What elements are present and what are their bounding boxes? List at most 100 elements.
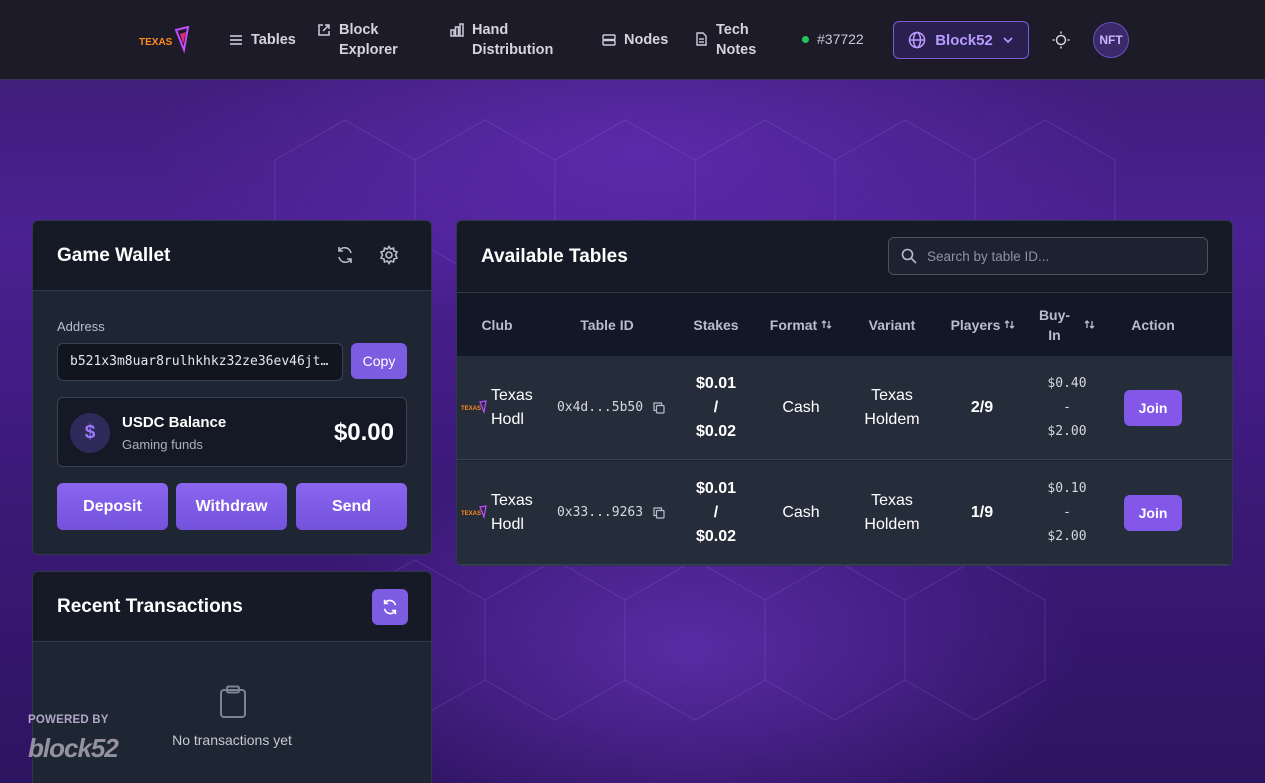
buyin-line2: -	[1063, 505, 1071, 520]
column-header-club: Club	[481, 316, 513, 333]
chevron-down-icon	[1003, 37, 1013, 44]
variant-cell: Texas Holdem	[857, 356, 927, 460]
column-header-buyin-line1: Buy-	[1038, 306, 1071, 323]
stakes-cell: $0.01 / $0.02	[681, 356, 751, 460]
join-table-button[interactable]: Join	[1124, 390, 1182, 426]
join-table-button[interactable]: Join	[1124, 495, 1182, 531]
nav-block-explorer-line2: Explorer	[339, 42, 398, 58]
svg-text:TEXAS: TEXAS	[461, 406, 481, 412]
sun-icon[interactable]	[1052, 31, 1070, 49]
format-cell: Cash	[782, 504, 820, 521]
club-name-line1: Texas	[491, 387, 533, 404]
stakes-cell: $0.01 / $0.02	[681, 461, 751, 565]
nav-hand-distribution-line1: Hand	[472, 22, 509, 38]
nav-tech-notes[interactable]: Tech Notes	[694, 20, 756, 60]
available-tables-card: Available Tables Club Table ID Stakes Fo…	[456, 220, 1233, 566]
dollar-icon: $	[70, 413, 110, 453]
search-input[interactable]	[927, 248, 1197, 264]
variant-value: Texas Holdem	[864, 489, 919, 537]
variant-cell: Texas Holdem	[857, 461, 927, 565]
withdraw-button[interactable]: Withdraw	[176, 483, 287, 530]
address-field[interactable]: b521x3m8uar8rulhkhkz32ze36ev46jt…	[57, 343, 343, 381]
nav-tech-notes-label: Tech Notes	[716, 20, 756, 60]
clipboard-icon	[220, 685, 246, 718]
nav-tech-notes-line1: Tech	[716, 22, 749, 38]
stakes-value: $0.01 / $0.02	[696, 477, 736, 549]
nav-block-explorer-label: Block Explorer	[339, 20, 398, 60]
texas-hodl-club-logo: TEXAS	[461, 400, 487, 414]
network-selector-label: Block52	[935, 31, 993, 49]
column-header-players-label: Players	[950, 316, 1001, 333]
table-search[interactable]	[888, 237, 1208, 275]
club-name: Texas Hodl	[491, 384, 533, 432]
list-icon	[230, 35, 242, 45]
available-tables-title: Available Tables	[481, 246, 628, 267]
table-id-cell: 0x4d...5b50	[551, 356, 671, 460]
refresh-icon[interactable]	[335, 245, 355, 265]
variant-line1: Texas	[871, 492, 913, 509]
nav-nodes[interactable]: Nodes	[602, 30, 668, 50]
buyin-line1: $0.40	[1047, 376, 1087, 391]
buyin-line3: $2.00	[1047, 424, 1087, 439]
nav-hand-distribution[interactable]: Hand Distribution	[450, 20, 553, 60]
nav-tech-notes-line2: Notes	[716, 42, 757, 58]
usdc-balance-box: $ USDC Balance Gaming funds $0.00	[57, 397, 407, 467]
stakes-line2: /	[713, 504, 719, 521]
send-button[interactable]: Send	[296, 483, 407, 530]
stakes-line3: $0.02	[695, 528, 737, 545]
stakes-line1: $0.01	[695, 375, 737, 392]
balance-amount: $0.00	[333, 419, 394, 446]
table-row[interactable]: TEXAS Texas Hodl 0x33...9263 $0.01 / $0.…	[457, 461, 1232, 565]
nav-tables[interactable]: Tables	[229, 30, 296, 50]
nft-avatar-button[interactable]: NFT	[1093, 22, 1129, 58]
column-header-buyin[interactable]: Buy- In	[1037, 293, 1097, 356]
table-id-value: 0x4d...5b50	[556, 400, 644, 415]
available-tables-header: Available Tables	[457, 221, 1232, 293]
column-header-table-id: Table ID	[580, 316, 634, 333]
powered-by-label: POWERED BY	[28, 714, 109, 726]
copy-address-button[interactable]: Copy	[351, 343, 407, 379]
block-height-value: #37722	[817, 31, 864, 47]
network-selector-button[interactable]: Block52	[893, 21, 1029, 59]
stakes-line1: $0.01	[695, 480, 737, 497]
club-name-line2: Hodl	[491, 516, 524, 533]
document-icon	[696, 32, 707, 46]
gear-icon[interactable]	[379, 245, 399, 265]
club-name-cell: Texas Hodl	[491, 461, 535, 565]
club-name-cell: Texas Hodl	[491, 356, 535, 460]
column-header-action: Action	[1131, 316, 1175, 333]
bar-chart-icon	[450, 23, 464, 37]
variant-line2: Holdem	[864, 516, 920, 533]
copy-icon[interactable]	[653, 507, 665, 519]
buyin-value: $0.40 - $2.00	[1047, 372, 1086, 444]
block-height-status: #37722	[802, 31, 864, 47]
column-header-format-label: Format	[769, 316, 818, 333]
column-header-variant: Variant	[868, 316, 916, 333]
stakes-value: $0.01 / $0.02	[696, 372, 736, 444]
column-header-format[interactable]: Format	[757, 293, 845, 356]
nav-nodes-label: Nodes	[624, 32, 669, 48]
game-wallet-card: Game Wallet Address b521x3m8uar8rulhkhkz…	[32, 220, 432, 555]
deposit-button[interactable]: Deposit	[57, 483, 168, 530]
format-cell: Cash	[782, 399, 820, 416]
table-id-cell: 0x33...9263	[551, 461, 671, 565]
texas-hodl-logo[interactable]: TEXAS	[138, 26, 190, 54]
balance-title: USDC Balance	[122, 414, 227, 431]
nav-block-explorer[interactable]: Block Explorer	[317, 20, 398, 60]
table-id-value: 0x33...9263	[556, 505, 644, 520]
variant-value: Texas Holdem	[864, 384, 919, 432]
club-name: Texas Hodl	[491, 489, 533, 537]
players-cell: 2/9	[970, 399, 994, 416]
block52-logo[interactable]: block52	[28, 733, 119, 764]
nav-tables-label: Tables	[251, 32, 296, 48]
sort-icon	[821, 320, 832, 329]
refresh-transactions-button[interactable]	[372, 589, 408, 625]
column-header-players[interactable]: Players	[941, 293, 1025, 356]
globe-icon	[908, 31, 926, 49]
column-header-buyin-label: Buy- In	[1039, 305, 1070, 345]
table-row[interactable]: TEXAS Texas Hodl 0x4d...5b50 $0.01 / $0.…	[457, 356, 1232, 460]
recent-transactions-header: Recent Transactions	[33, 572, 431, 642]
external-link-icon	[318, 24, 330, 36]
buyin-line1: $0.10	[1047, 481, 1087, 496]
copy-icon[interactable]	[653, 402, 665, 414]
